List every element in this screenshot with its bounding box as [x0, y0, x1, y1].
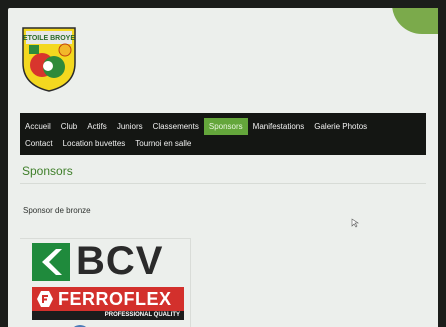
nav-item-contact[interactable]: Contact [20, 135, 58, 152]
mouse-cursor-icon [351, 218, 359, 228]
sponsor-bcv[interactable]: BCV [32, 239, 192, 283]
sponsor-ferroflex[interactable]: FERROFLEX [32, 287, 184, 311]
nav-row-secondary: Contact Location buvettes Tournoi en sal… [20, 135, 196, 152]
nav-item-manifestations[interactable]: Manifestations [248, 118, 310, 135]
page-title: Sponsors [22, 164, 73, 178]
club-crest-logo[interactable]: ETOILE BROYE [20, 25, 78, 93]
nav-item-actifs[interactable]: Actifs [82, 118, 112, 135]
browser-viewport: ETOILE BROYE Accueil Club Actifs Juniors… [8, 8, 438, 327]
logo-text: ETOILE BROYE [23, 35, 75, 42]
bcv-arrow-logo [32, 243, 70, 281]
main-navigation: Accueil Club Actifs Juniors Classements … [20, 113, 426, 155]
nav-item-sponsors[interactable]: Sponsors [203, 118, 248, 135]
nav-item-location-buvettes[interactable]: Location buvettes [58, 135, 131, 152]
title-divider [20, 183, 426, 184]
nav-item-club[interactable]: Club [56, 118, 82, 135]
ferroflex-f-logo [37, 291, 53, 307]
nav-item-tournoi-en-salle[interactable]: Tournoi en salle [130, 135, 196, 152]
nav-item-juniors[interactable]: Juniors [112, 118, 148, 135]
sponsor-level-heading: Sponsor de bronze [23, 206, 91, 215]
ferroflex-tagline: PROFESSIONAL QUALITY [32, 311, 184, 320]
sponsor-name-bcv: BCV [76, 239, 164, 283]
nav-item-classements[interactable]: Classements [148, 118, 204, 135]
nav-item-accueil[interactable]: Accueil [20, 118, 56, 135]
sponsor-logos-panel: BCV FERROFLEX PROFESSIONAL QUALITY [20, 238, 191, 327]
nav-item-galerie-photos[interactable]: Galerie Photos [309, 118, 372, 135]
nav-row-primary: Accueil Club Actifs Juniors Classements … [20, 118, 372, 135]
site-header: ETOILE BROYE [8, 8, 438, 111]
sponsor-name-ferroflex: FERROFLEX [58, 289, 172, 309]
